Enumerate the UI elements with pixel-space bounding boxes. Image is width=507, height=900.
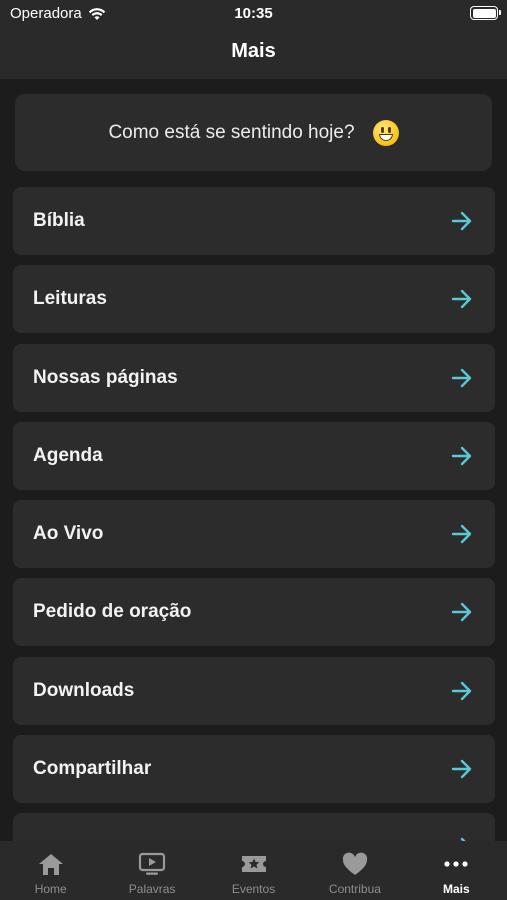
header: Operadora 10:35 Mais <box>0 0 507 79</box>
menu-item[interactable] <box>13 813 495 841</box>
menu-item-label: Nossas páginas <box>33 366 178 388</box>
menu-item[interactable]: Ao Vivo <box>13 500 495 569</box>
ticket-star-icon <box>241 856 266 872</box>
menu-item-label: Leituras <box>33 288 107 310</box>
menu-item-label: Ao Vivo <box>33 523 104 545</box>
arrow-right-icon <box>451 681 472 700</box>
menu-item-label: Compartilhar <box>33 758 152 780</box>
menu-item-label: Pedido de oração <box>33 601 192 623</box>
menu-item[interactable]: Pedido de oração <box>13 578 495 647</box>
menu-item[interactable]: Bíblia <box>13 187 495 255</box>
mood-prompt: Como está se sentindo hoje? <box>108 121 355 143</box>
menu-item[interactable]: Agenda <box>13 421 495 490</box>
arrow-right-icon <box>451 524 472 544</box>
tab-label: Home <box>34 882 67 896</box>
arrow-right-icon <box>451 368 472 387</box>
tab-contribua[interactable]: Contribua <box>304 841 405 900</box>
menu-list: Bíblia Leituras Nossas páginas Agenda Ao Viv… <box>13 187 495 841</box>
battery-icon <box>470 6 501 20</box>
menu-item[interactable]: Compartilhar <box>13 735 495 804</box>
video-icon <box>139 852 166 875</box>
menu-item-label: Bíblia <box>33 210 85 231</box>
tab-bar: Home Palavras Eventos Contribua Mais <box>0 841 507 900</box>
menu-item-label: Agenda <box>33 444 103 466</box>
tab-eventos[interactable]: Eventos <box>203 841 304 900</box>
grinning-face-icon[interactable] <box>372 119 399 146</box>
tab-label: Mais <box>442 882 470 896</box>
heart-icon <box>342 852 368 875</box>
menu-item[interactable]: Nossas páginas <box>13 343 495 412</box>
arrow-right-icon <box>451 211 472 231</box>
arrow-right-icon <box>451 446 472 466</box>
main-content[interactable]: Como está se sentindo hoje? Bíblia Leitur… <box>0 79 507 841</box>
menu-item[interactable]: Leituras <box>13 265 495 334</box>
more-dots-icon <box>444 861 468 867</box>
arrow-right-icon <box>451 603 472 622</box>
status-bar: Operadora 10:35 <box>0 0 507 28</box>
mood-card[interactable]: Como está se sentindo hoje? <box>15 94 492 171</box>
tab-label: Palavras <box>128 882 176 896</box>
menu-item[interactable]: Downloads <box>13 656 495 725</box>
page-title: Mais <box>231 40 276 62</box>
tab-label: Eventos <box>231 882 276 896</box>
arrow-right-icon <box>451 290 472 309</box>
tab-label: Contribua <box>328 882 381 896</box>
tab-palavras[interactable]: Palavras <box>101 841 202 900</box>
tab-home[interactable]: Home <box>0 841 101 900</box>
menu-item-label: Downloads <box>33 679 135 701</box>
screen: Operadora 10:35 Mais Como está se sentin… <box>0 0 507 900</box>
home-icon <box>38 854 63 875</box>
clock: 10:35 <box>234 5 273 22</box>
tab-mais[interactable]: Mais <box>406 841 507 900</box>
arrow-right-icon <box>451 759 472 779</box>
